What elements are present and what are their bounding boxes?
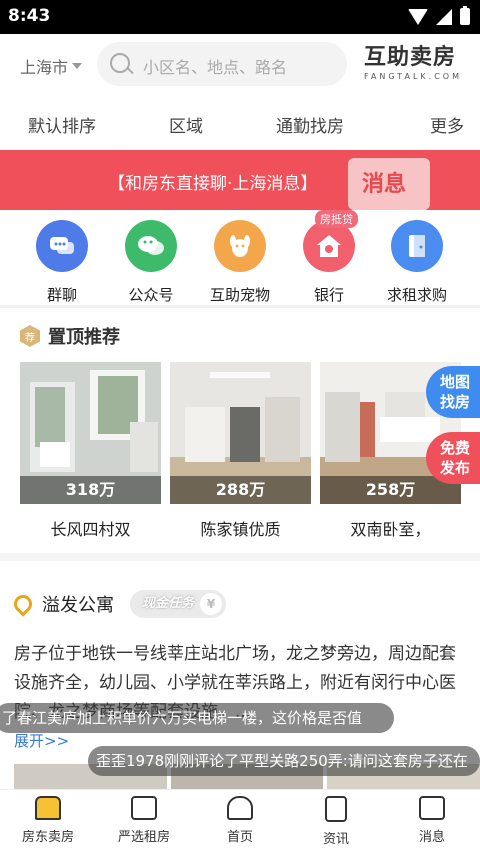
bottom-nav: 房东卖房 严选租房 首页 资讯 消息 <box>0 789 480 853</box>
quick-link-pets[interactable]: 互助宠物 <box>200 220 280 305</box>
yen-icon: ¥ <box>200 593 223 615</box>
nav-label: 严选租房 <box>117 830 170 845</box>
location-pin-icon <box>10 591 36 617</box>
section-divider <box>0 553 480 561</box>
promo-banner[interactable]: 【和房东直接聊·上海消息】 消息 <box>0 150 480 210</box>
quick-link-label: 求租求购 <box>386 286 447 304</box>
listing-price: 288万 <box>170 476 311 504</box>
listing-name: 陈家镇优质 <box>200 520 281 539</box>
map-search-button[interactable]: 地图找房 <box>426 366 480 418</box>
dog-icon <box>214 220 266 272</box>
status-bar: 8:43 <box>0 0 480 34</box>
quick-links: 群聊 公众号 互助宠物 房抵贷 银行 求租求购 <box>0 210 480 308</box>
logo-sub: FANGTALK.COM <box>364 72 463 81</box>
recommend-card[interactable]: 288万 陈家镇优质 <box>170 362 311 540</box>
house-icon <box>35 796 61 820</box>
listing-name: 双南卧室， <box>350 520 431 539</box>
app-logo: 互助卖房 FANGTALK.COM <box>364 46 464 86</box>
nav-messages[interactable]: 消息 <box>392 796 472 845</box>
listing-name: 长风四村双 <box>50 520 131 539</box>
wifi-icon <box>408 8 428 25</box>
status-icons <box>408 6 470 25</box>
free-publish-label: 免费发布 <box>440 439 471 477</box>
banner-text: 【和房东直接聊·上海消息】 <box>108 174 318 194</box>
tab-commute[interactable]: 通勤找房 <box>276 112 344 137</box>
recommend-title: 置顶推荐 <box>48 327 120 348</box>
post-author[interactable]: 溢发公寓 <box>42 591 114 617</box>
home-main-icon <box>227 796 253 820</box>
nav-label: 资讯 <box>322 832 349 847</box>
city-selector[interactable]: 上海市 <box>20 54 83 78</box>
logo-main: 互助卖房 <box>364 45 457 70</box>
post-header: 溢发公寓 现金任务 ¥ <box>10 590 227 618</box>
news-icon <box>325 796 347 822</box>
quick-link-rent-buy[interactable]: 求租求购 <box>377 220 457 305</box>
tab-default-sort[interactable]: 默认排序 <box>28 112 96 137</box>
nav-home[interactable]: 首页 <box>200 796 280 845</box>
listing-price: 318万 <box>20 476 161 504</box>
quick-link-group-chat[interactable]: 群聊 <box>22 220 102 305</box>
listing-photo: 318万 <box>20 362 161 504</box>
nav-label: 消息 <box>418 830 445 845</box>
quick-link-bank[interactable]: 房抵贷 银行 <box>289 210 369 305</box>
quick-link-label: 银行 <box>313 286 344 304</box>
activity-toast: 歪歪1978刚刚评论了平型关路250弄:请问这套房子还在 <box>88 746 480 776</box>
mortgage-badge: 房抵贷 <box>315 210 358 228</box>
status-time: 8:43 <box>8 6 51 26</box>
free-publish-button[interactable]: 免费发布 <box>426 432 480 484</box>
search-icon <box>110 53 130 73</box>
cash-task-badge[interactable]: 现金任务 ¥ <box>130 590 227 618</box>
activity-toast: 了春江美庐加上积单价六万买电梯一楼，这价格是否值 <box>0 703 394 733</box>
nav-rent[interactable]: 严选租房 <box>104 796 184 845</box>
quick-link-wechat[interactable]: 公众号 <box>111 220 191 305</box>
quick-link-label: 公众号 <box>128 286 174 304</box>
tab-area[interactable]: 区域 <box>169 112 203 137</box>
battery-icon <box>460 6 470 25</box>
search-input[interactable]: 小区名、地点、路名 <box>97 42 347 86</box>
search-placeholder: 小区名、地点、路名 <box>143 58 288 77</box>
tab-more[interactable]: 更多 <box>430 112 464 137</box>
filter-tabs: 默认排序 区域 通勤找房 更多 <box>0 94 480 150</box>
cash-task-label: 现金任务 <box>142 596 195 611</box>
chat-group-icon <box>36 220 88 272</box>
message-icon <box>419 796 445 820</box>
header: 上海市 小区名、地点、路名 互助卖房 FANGTALK.COM <box>0 34 480 94</box>
nav-label: 房东卖房 <box>21 830 74 845</box>
recommend-icon: 荐 <box>20 325 40 347</box>
nav-news[interactable]: 资讯 <box>296 796 376 847</box>
city-label: 上海市 <box>20 58 69 77</box>
expand-link[interactable]: 展开>> <box>14 730 69 751</box>
wechat-icon <box>125 220 177 272</box>
quick-link-label: 互助宠物 <box>209 286 270 304</box>
home-outline-icon <box>131 796 157 820</box>
door-icon <box>391 220 443 272</box>
nav-landlord-sell[interactable]: 房东卖房 <box>8 796 88 845</box>
recommend-card[interactable]: 318万 长风四村双 <box>20 362 161 540</box>
quick-link-label: 群聊 <box>46 286 77 304</box>
banner-message-badge: 消息 <box>348 158 430 210</box>
signal-icon <box>436 8 452 25</box>
recommend-header: 荐 置顶推荐 <box>20 323 120 349</box>
chevron-down-icon <box>72 63 83 69</box>
listing-photo: 288万 <box>170 362 311 504</box>
banner-badge-text: 消息 <box>362 172 407 197</box>
map-search-label: 地图找房 <box>440 373 471 411</box>
nav-label: 首页 <box>226 830 253 845</box>
